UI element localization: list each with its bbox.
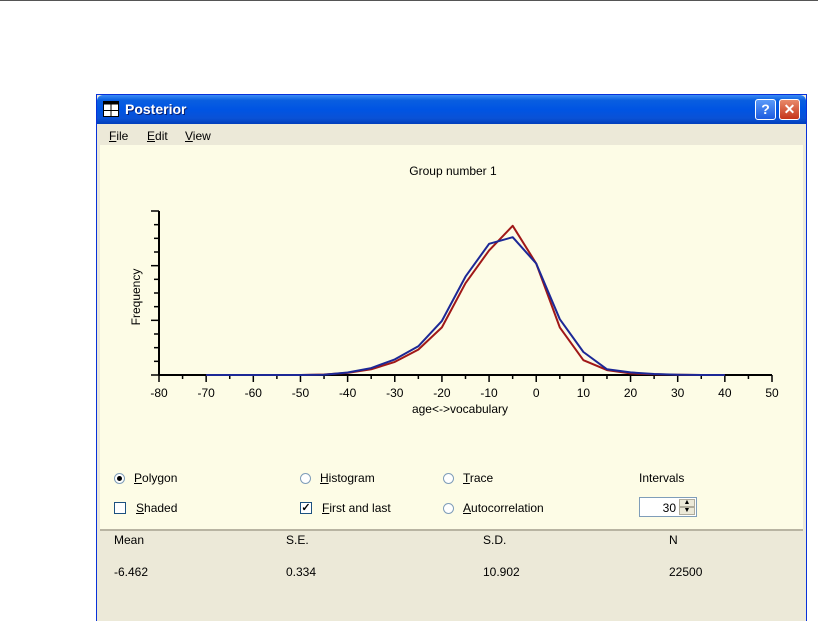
x-tick-label: 30 <box>671 386 685 400</box>
chart-title: Group number 1 <box>409 164 497 178</box>
sd-value: 10.902 <box>483 565 520 579</box>
x-tick-label: 50 <box>765 386 779 400</box>
x-tick-label: -10 <box>480 386 498 400</box>
window-grid-icon <box>103 101 119 117</box>
close-button[interactable]: ✕ <box>779 99 800 120</box>
trace-text: race <box>469 471 494 485</box>
intervals-spinner[interactable]: 30 ▲ ▼ <box>639 497 697 517</box>
n-value: 22500 <box>669 565 703 579</box>
polygon-text: olygon <box>142 471 178 485</box>
trace-label: Trace <box>463 471 493 485</box>
shaded-key: S <box>136 501 145 515</box>
autocorrelation-label: Autocorrelation <box>463 501 544 515</box>
polygon-radio[interactable] <box>114 473 125 484</box>
shaded-checkbox[interactable] <box>114 502 126 514</box>
chart-series <box>206 224 725 376</box>
mean-header: Mean <box>114 533 145 547</box>
menu-view-key: V <box>185 129 193 143</box>
question-icon: ? <box>761 101 770 117</box>
first-last-text: irst and last <box>329 501 391 515</box>
menu-bar: File Edit View <box>97 124 806 145</box>
polygon-label: Polygon <box>134 471 177 485</box>
menu-file[interactable]: File <box>109 129 128 143</box>
autocorrelation-text: utocorrelation <box>471 501 544 515</box>
series-line-1 <box>206 224 725 376</box>
shaded-label: Shaded <box>136 501 177 515</box>
arrow-down-icon: ▼ <box>683 507 691 514</box>
window-title: Posterior <box>125 101 187 117</box>
help-button[interactable]: ? <box>755 99 776 120</box>
first-last-checkbox[interactable]: ✓ <box>300 502 312 514</box>
first-last-label: First and last <box>322 501 391 515</box>
mean-value: -6.462 <box>114 565 149 579</box>
se-header: S.E. <box>286 533 309 547</box>
x-tick-label: -70 <box>197 386 215 400</box>
intervals-label: Intervals <box>639 471 685 485</box>
menu-edit-label: dit <box>155 129 168 143</box>
menu-view[interactable]: View <box>185 129 211 143</box>
x-tick-label: -60 <box>245 386 263 400</box>
trace-radio[interactable] <box>443 473 454 484</box>
x-tick-label: -80 <box>150 386 168 400</box>
menu-edit-key: E <box>147 129 156 143</box>
y-axis-label: Frequency <box>129 269 143 326</box>
histogram-radio[interactable] <box>300 473 311 484</box>
title-bar[interactable]: Posterior ? ✕ <box>97 95 806 124</box>
x-axis-label: age<->vocabulary <box>412 402 508 416</box>
shaded-text: haded <box>144 501 178 515</box>
histogram-key: H <box>320 471 329 485</box>
trace-key: T <box>463 471 470 485</box>
autocorrelation-radio[interactable] <box>443 503 454 514</box>
se-value: 0.334 <box>286 565 317 579</box>
series-line-2 <box>206 236 725 376</box>
histogram-label: Histogram <box>320 471 375 485</box>
x-tick-label: 40 <box>718 386 732 400</box>
histogram-text: istogram <box>328 471 375 485</box>
x-tick-label: -20 <box>433 386 451 400</box>
spin-down-button[interactable]: ▼ <box>679 507 695 515</box>
x-tick-label: 10 <box>577 386 591 400</box>
polygon-key: P <box>134 471 143 485</box>
menu-file-label: ile <box>116 129 129 143</box>
n-header: N <box>669 533 678 547</box>
spin-up-button[interactable]: ▲ <box>679 499 695 507</box>
autocorrelation-key: A <box>463 501 472 515</box>
sd-header: S.D. <box>483 533 507 547</box>
checkmark-icon: ✓ <box>301 502 311 514</box>
page-top-rule <box>0 0 818 1</box>
close-icon: ✕ <box>783 101 796 117</box>
x-tick-label: 0 <box>533 386 540 400</box>
menu-view-label: iew <box>192 129 211 143</box>
intervals-value[interactable]: 30 <box>663 501 676 515</box>
arrow-up-icon: ▲ <box>683 499 691 506</box>
x-tick-label: 20 <box>624 386 638 400</box>
posterior-window: Posterior ? ✕ File Edit View Group numbe… <box>96 94 807 621</box>
x-tick-label: -30 <box>386 386 404 400</box>
chart-axes: -80 -70 -60 -50 -40 -30 -20 -10 0 10 20 30 40 50 <box>150 210 779 400</box>
menu-edit[interactable]: Edit <box>147 129 168 143</box>
x-tick-label: -40 <box>339 386 357 400</box>
x-tick-label: -50 <box>292 386 310 400</box>
posterior-chart: Group number 1 age<->vocabulary Frequenc… <box>129 164 779 416</box>
